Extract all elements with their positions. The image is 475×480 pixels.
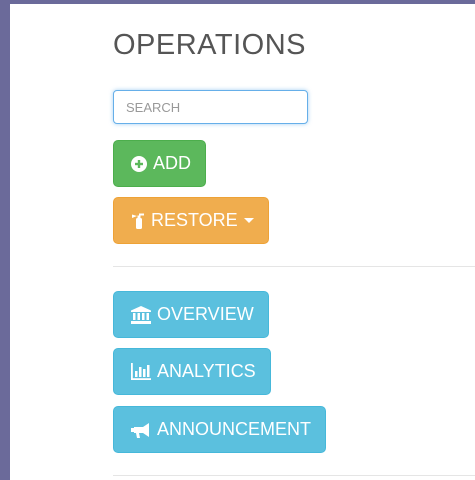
add-button[interactable]: ADD — [113, 140, 207, 187]
search-input[interactable] — [113, 90, 308, 124]
bank-icon — [131, 305, 151, 324]
divider — [113, 266, 475, 267]
caret-down-icon — [243, 218, 254, 223]
add-button-label: ADD — [153, 153, 192, 173]
announcement-button[interactable]: ANNOUNCEMENT — [113, 406, 327, 453]
overview-button-label: OVERVIEW — [157, 304, 254, 324]
restore-dropdown-button[interactable]: RESTORE — [113, 197, 269, 244]
operations-panel: OPERATIONS ADD RESTORE — [10, 4, 475, 480]
analytics-button-label: ANALYTICS — [157, 361, 256, 381]
bar-chart-icon — [131, 363, 151, 380]
restore-button-label: RESTORE — [151, 210, 238, 230]
page-title: OPERATIONS — [113, 29, 306, 61]
fire-extinguisher-icon — [131, 213, 145, 229]
divider — [113, 475, 475, 476]
plus-circle-icon — [131, 155, 147, 172]
analytics-button[interactable]: ANALYTICS — [113, 348, 271, 395]
megaphone-icon — [131, 422, 151, 438]
overview-button[interactable]: OVERVIEW — [113, 291, 269, 338]
announcement-button-label: ANNOUNCEMENT — [157, 419, 312, 439]
